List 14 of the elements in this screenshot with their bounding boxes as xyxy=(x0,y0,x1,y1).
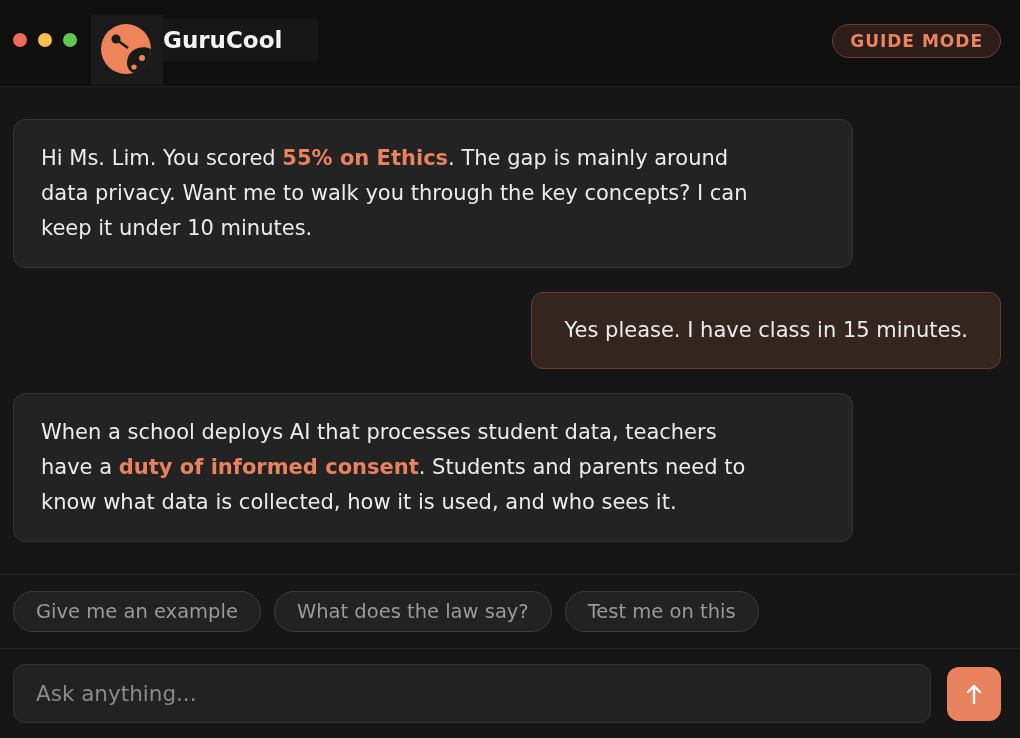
suggestion-chip[interactable]: Test me on this xyxy=(564,591,759,632)
message-input[interactable]: Ask anything... xyxy=(13,664,931,723)
send-button[interactable] xyxy=(947,666,1001,721)
app-name: GuruCool xyxy=(163,19,318,61)
mode-badge: GUIDE MODE xyxy=(832,23,1001,58)
suggestion-chip[interactable]: Give me an example xyxy=(13,591,261,632)
arrow-up-icon xyxy=(966,683,982,704)
assistant-message: When a school deploys AI that processes student data, teachers have a duty of informed consent. Students and parents need to know what data is collected, how it is used, and who sees it. xyxy=(13,393,853,542)
user-message: Yes please. I have class in 15 minutes. xyxy=(531,292,1001,369)
assistant-message: Hi Ms. Lim. You scored 55% on Ethics. The gap is mainly around data privacy. Want me to walk you through the key concepts? I can keep it under 10 minutes. xyxy=(13,119,853,268)
suggestion-chip[interactable]: What does the law say? xyxy=(273,591,552,632)
close-window-icon[interactable] xyxy=(13,33,27,47)
minimize-window-icon[interactable] xyxy=(38,33,52,47)
maximize-window-icon[interactable] xyxy=(63,33,77,47)
